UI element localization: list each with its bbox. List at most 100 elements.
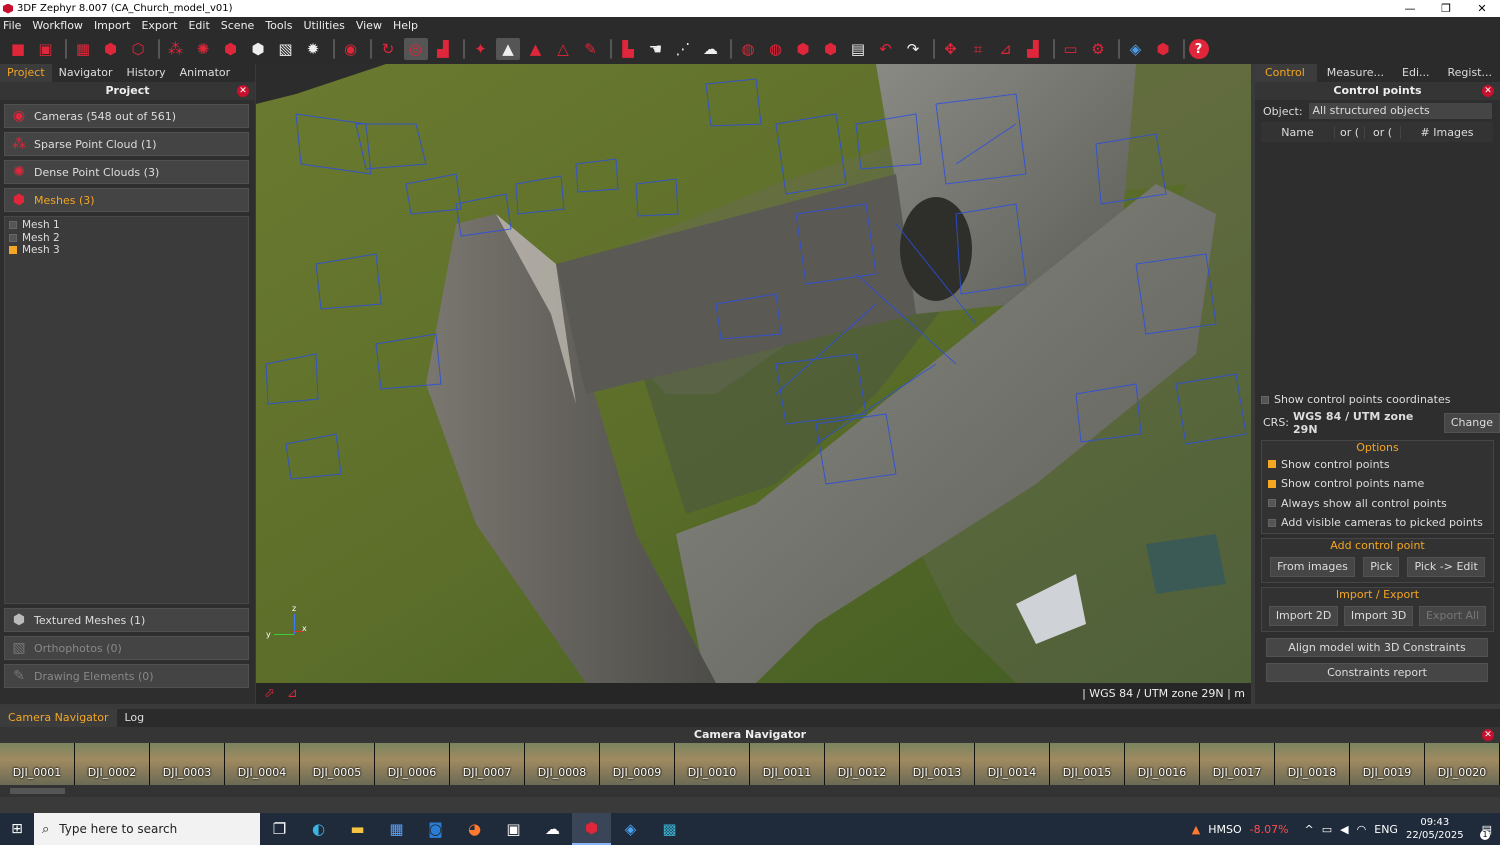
- taskbar-search[interactable]: ⌕ Type here to search: [34, 813, 260, 845]
- tab-register[interactable]: Regist...: [1438, 64, 1500, 82]
- camera-tool-icon[interactable]: ▙: [616, 38, 640, 60]
- tab-control[interactable]: Control ...: [1255, 64, 1317, 97]
- help-icon[interactable]: ?: [1188, 39, 1209, 59]
- option-row[interactable]: Always show all control points: [1262, 494, 1493, 514]
- camera-thumbnail[interactable]: DJI_0005: [300, 743, 375, 785]
- wifi-icon[interactable]: ◠: [1357, 823, 1367, 836]
- import-2d-button[interactable]: Import 2D: [1268, 605, 1339, 626]
- zephyr-shield-icon[interactable]: ⬢: [1151, 38, 1175, 60]
- screenshot-icon[interactable]: ◉: [339, 38, 363, 60]
- tab-measure[interactable]: Measure...: [1317, 64, 1392, 82]
- option-checkbox[interactable]: [1268, 518, 1276, 527]
- select-cursor-icon[interactable]: ⬀: [264, 686, 275, 701]
- menu-export[interactable]: Export: [141, 19, 177, 32]
- new-project-icon[interactable]: ■: [6, 38, 30, 60]
- option-row[interactable]: Show control points name: [1262, 474, 1493, 494]
- mesh-generate-icon[interactable]: ⬢: [219, 38, 243, 60]
- constraints-report-button[interactable]: Constraints report: [1266, 662, 1488, 682]
- camera-thumbnail[interactable]: DJI_0012: [825, 743, 900, 785]
- save-project-icon[interactable]: ▣: [34, 38, 58, 60]
- menu-tools[interactable]: Tools: [265, 19, 292, 32]
- clock[interactable]: 09:43 22/05/2025: [1406, 816, 1464, 842]
- sphere-b-icon[interactable]: ◍: [764, 38, 788, 60]
- selection-icon[interactable]: ▟: [431, 38, 455, 60]
- section-orthophotos[interactable]: ▧ Orthophotos (0): [4, 636, 249, 660]
- tab-edit[interactable]: Edi...: [1392, 64, 1437, 82]
- change-crs-button[interactable]: Change: [1443, 412, 1500, 433]
- script-icon[interactable]: ▭: [1059, 38, 1083, 60]
- camera-thumbnail[interactable]: DJI_0013: [900, 743, 975, 785]
- export-all-button[interactable]: Export All: [1419, 605, 1487, 626]
- show-hidden-icons-icon[interactable]: ^: [1305, 823, 1314, 836]
- file-explorer-icon[interactable]: ▬: [338, 813, 377, 845]
- sparse-cloud-icon[interactable]: ⁂: [164, 38, 188, 60]
- section-meshes[interactable]: ⬢ Meshes (3): [4, 188, 249, 212]
- control-points-table[interactable]: [1261, 142, 1493, 390]
- option-checkbox[interactable]: [1268, 460, 1276, 469]
- section-dense-clouds[interactable]: ✺ Dense Point Clouds (3): [4, 160, 249, 184]
- brush-icon[interactable]: ✎: [579, 38, 603, 60]
- tab-history[interactable]: History: [119, 64, 172, 82]
- list-item[interactable]: Mesh 3: [9, 244, 244, 257]
- rotate-icon[interactable]: ↻: [376, 38, 400, 60]
- minimize-button[interactable]: —: [1392, 0, 1428, 17]
- image-icon[interactable]: ▤: [846, 38, 870, 60]
- camera-thumbnail[interactable]: DJI_0003: [150, 743, 225, 785]
- option-row[interactable]: Show control points: [1262, 455, 1493, 475]
- 3d-app-icon[interactable]: ◈: [611, 813, 650, 845]
- tab-camera-navigator[interactable]: Camera Navigator: [0, 709, 117, 727]
- 3d-box-icon[interactable]: ◈: [1124, 38, 1148, 60]
- menu-help[interactable]: Help: [393, 19, 418, 32]
- close-panel-icon[interactable]: ✕: [237, 85, 249, 97]
- camera-thumbnail[interactable]: DJI_0004: [225, 743, 300, 785]
- align-model-button[interactable]: Align model with 3D Constraints: [1266, 637, 1488, 657]
- close-window-button[interactable]: ✕: [1464, 0, 1500, 17]
- section-cameras[interactable]: ◉ Cameras (548 out of 561): [4, 104, 249, 128]
- mesh-red-icon[interactable]: ⬢: [99, 38, 123, 60]
- mesh-visibility-checkbox[interactable]: [9, 221, 17, 230]
- undo-icon[interactable]: ↶: [874, 38, 898, 60]
- camera-thumbnail[interactable]: DJI_0008: [525, 743, 600, 785]
- hex-a-icon[interactable]: ⬢: [791, 38, 815, 60]
- mesh-wire-icon[interactable]: △: [551, 38, 575, 60]
- col-images[interactable]: # Images: [1401, 126, 1493, 139]
- windows-start-icon[interactable]: ⊞: [0, 813, 34, 845]
- camera-thumbnail[interactable]: DJI_0007: [450, 743, 525, 785]
- camera-thumbnail[interactable]: DJI_0006: [375, 743, 450, 785]
- measure-angle-icon[interactable]: ⊿: [287, 686, 298, 701]
- orbit-icon[interactable]: ◎: [403, 38, 428, 60]
- mesh-shade-icon[interactable]: ▲: [496, 38, 520, 60]
- close-panel-icon[interactable]: ✕: [1482, 729, 1494, 741]
- camera-thumbnail[interactable]: DJI_0002: [75, 743, 150, 785]
- list-item[interactable]: Mesh 2: [9, 232, 244, 245]
- import-3d-button[interactable]: Import 3D: [1343, 605, 1414, 626]
- tab-project[interactable]: Project: [0, 64, 52, 82]
- camera-thumbnail[interactable]: DJI_0020: [1425, 743, 1500, 785]
- list-item[interactable]: Mesh 1: [9, 219, 244, 232]
- camera-thumbnail[interactable]: DJI_0014: [975, 743, 1050, 785]
- col-coord-a[interactable]: or (: [1335, 125, 1365, 139]
- stock-name[interactable]: HMSO: [1208, 823, 1241, 836]
- show-coords-row[interactable]: Show control points coordinates: [1255, 390, 1500, 410]
- mesh-solid-icon[interactable]: ▲: [524, 38, 548, 60]
- device-icon[interactable]: ▭: [1322, 823, 1332, 836]
- camera-thumbnail[interactable]: DJI_0001: [0, 743, 75, 785]
- thumbnail-scrollbar[interactable]: [0, 785, 1500, 797]
- camera-thumbnail[interactable]: DJI_0018: [1275, 743, 1350, 785]
- cloud-tool-icon[interactable]: ☁: [699, 38, 723, 60]
- microsoft-store-icon[interactable]: ▦: [377, 813, 416, 845]
- stairs-icon[interactable]: ▟: [1021, 38, 1045, 60]
- option-row[interactable]: Add visible cameras to picked points: [1262, 513, 1493, 533]
- camera-thumbnail[interactable]: DJI_0009: [600, 743, 675, 785]
- menu-workflow[interactable]: Workflow: [32, 19, 83, 32]
- point-tool-icon[interactable]: ⋰: [671, 38, 695, 60]
- textured-mesh-icon[interactable]: ⬢: [246, 38, 270, 60]
- scrollbar-thumb[interactable]: [10, 788, 65, 794]
- camera-thumbnail[interactable]: DJI_0017: [1200, 743, 1275, 785]
- 3d-viewport[interactable]: z y x: [256, 64, 1251, 683]
- hex-b-icon[interactable]: ⬢: [819, 38, 843, 60]
- cloud-app-icon[interactable]: ☁: [533, 813, 572, 845]
- menu-edit[interactable]: Edit: [188, 19, 209, 32]
- gear-cloud-icon[interactable]: ✹: [301, 38, 325, 60]
- mesh-visibility-checkbox[interactable]: [9, 233, 17, 242]
